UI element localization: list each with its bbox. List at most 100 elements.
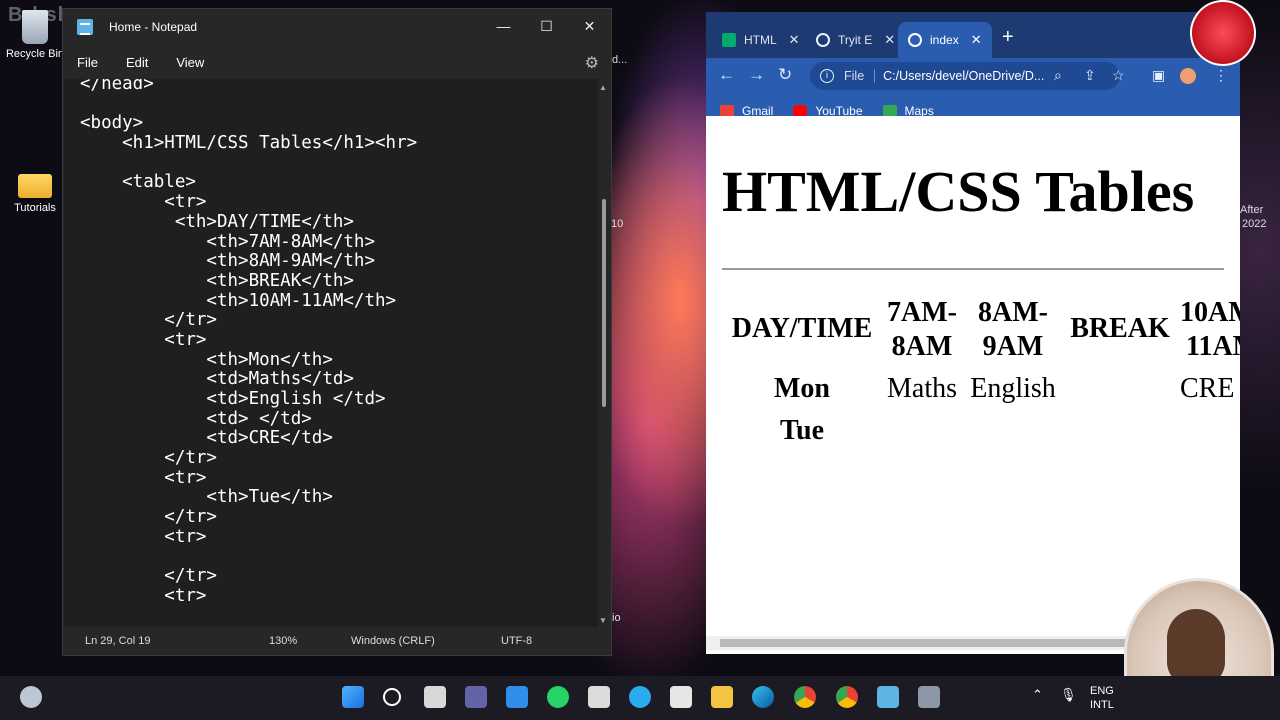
code-line[interactable]: <table> [80, 173, 417, 193]
settings-gear-icon[interactable]: ⚙ [585, 53, 599, 73]
address-bar[interactable]: i File C:/Users/devel/OneDrive/D... [810, 62, 1120, 90]
code-line[interactable]: <th>Mon</th> [80, 350, 417, 371]
app-icon[interactable] [588, 686, 610, 708]
share-icon[interactable]: ⇪ [1084, 67, 1096, 84]
code-line[interactable]: <td>English </td> [80, 389, 417, 410]
chrome-icon[interactable] [794, 686, 816, 708]
taskbar: ⌃ 🎙 ENG INTL [0, 676, 1280, 720]
chrome-profile-icon[interactable] [836, 686, 858, 708]
store-icon[interactable] [506, 686, 528, 708]
code-line[interactable]: </tr> [80, 311, 417, 331]
page-heading: HTML/CSS Tables [722, 159, 1195, 224]
code-line[interactable] [80, 548, 417, 568]
code-text[interactable]: </head> <body> <h1>HTML/CSS Tables</h1><h… [80, 79, 417, 607]
url-text[interactable]: C:/Users/devel/OneDrive/D... [883, 69, 1044, 83]
tab-tryit[interactable]: Tryit E ✕ [816, 22, 895, 58]
cursor-position: Ln 29, Col 19 [85, 635, 151, 647]
code-line[interactable]: <td> </td> [80, 409, 417, 430]
code-line[interactable]: <th>10AM-11AM</th> [80, 291, 417, 312]
desktop-icon-recycle-bin[interactable]: Recycle Bin [0, 10, 70, 60]
encoding: UTF-8 [501, 635, 533, 647]
w3schools-icon [722, 33, 736, 47]
code-line[interactable]: <h1>HTML/CSS Tables</h1><hr> [80, 133, 417, 154]
forward-arrow-icon[interactable]: → [748, 65, 765, 85]
browser-toolbar: ← → ↻ i File C:/Users/devel/OneDrive/D..… [706, 58, 1240, 94]
code-line[interactable]: </tr> [80, 507, 417, 528]
code-line[interactable]: <td>Maths</td> [80, 370, 417, 390]
tab-close-icon[interactable]: ✕ [884, 32, 895, 48]
tab-strip: HTML ✕ Tryit E ✕ index ✕ + [706, 12, 1240, 58]
code-line[interactable] [80, 95, 417, 115]
code-line[interactable]: <tr> [80, 192, 417, 213]
menu-file[interactable]: File [77, 55, 98, 70]
globe-icon [908, 33, 922, 47]
code-line[interactable]: <th>BREAK</th> [80, 271, 417, 292]
table-header-10am: 10AM-11AM [1180, 297, 1240, 362]
code-line[interactable]: </tr> [80, 566, 417, 587]
teams-chat-icon[interactable] [465, 686, 487, 708]
app-icon[interactable] [918, 686, 940, 708]
whatsapp-icon[interactable] [547, 686, 569, 708]
code-line[interactable]: <td>CRE</td> [80, 429, 417, 449]
edge-icon[interactable] [752, 686, 774, 708]
task-view-icon[interactable] [424, 686, 446, 708]
table-header-break: BREAK [1070, 313, 1170, 344]
code-line[interactable]: <tr> [80, 586, 417, 607]
line-ending: Windows (CRLF) [351, 635, 435, 647]
scrollbar-thumb[interactable] [720, 639, 1130, 647]
tab-index[interactable]: index ✕ [898, 22, 992, 58]
zoom-icon[interactable]: ⌕ [1054, 67, 1062, 84]
bookmark-star-icon[interactable]: ☆ [1112, 67, 1125, 84]
close-button[interactable]: ✕ [568, 9, 611, 43]
menu-edit[interactable]: Edit [126, 55, 148, 70]
code-line[interactable]: <body> [80, 114, 417, 134]
code-line[interactable]: <th>7AM-8AM</th> [80, 232, 417, 253]
back-arrow-icon[interactable]: ← [718, 65, 735, 85]
code-line[interactable]: <tr> [80, 468, 417, 489]
scroll-down-arrow-icon[interactable]: ▼ [599, 616, 607, 625]
desktop-icon-tutorials[interactable]: Tutorials [0, 166, 70, 214]
side-panel-icon[interactable]: ▣ [1152, 67, 1165, 84]
minimize-button[interactable]: — [482, 9, 525, 43]
start-windows-icon[interactable] [342, 686, 364, 708]
table-header-7am: 7AM- 8AM [887, 297, 957, 362]
maximize-button[interactable]: ☐ [525, 9, 568, 43]
notepad-window: Home - Notepad — ☐ ✕ File Edit View ⚙ </… [62, 8, 612, 656]
code-line[interactable] [80, 154, 417, 174]
tab-close-icon[interactable]: ✕ [971, 32, 982, 48]
code-line[interactable]: </head> [80, 79, 417, 95]
desktop-partial-text: 10 [611, 218, 624, 230]
code-line[interactable]: <th>Tue</th> [80, 488, 417, 508]
search-icon[interactable] [383, 688, 401, 706]
notepad-app-icon [77, 19, 93, 35]
menu-view[interactable]: View [176, 55, 204, 70]
code-line[interactable]: <th>DAY/TIME</th> [80, 212, 417, 233]
microphone-icon[interactable]: 🎙 [1060, 688, 1077, 702]
tray-overflow-chevron-icon[interactable]: ⌃ [1032, 688, 1043, 702]
scrollbar-thumb[interactable] [602, 199, 606, 407]
code-line[interactable]: <th>8AM-9AM</th> [80, 251, 417, 272]
tab-close-icon[interactable]: ✕ [789, 32, 800, 48]
language-indicator[interactable]: ENG INTL [1090, 684, 1114, 712]
file-explorer-icon[interactable] [711, 686, 733, 708]
scroll-up-arrow-icon[interactable]: ▲ [599, 83, 607, 92]
notepad-taskbar-icon[interactable] [877, 686, 899, 708]
office-icon[interactable] [670, 686, 692, 708]
weather-icon[interactable] [20, 686, 42, 708]
telegram-icon[interactable] [629, 686, 651, 708]
table-row-header-mon: Mon [774, 373, 830, 404]
text-editor[interactable]: </head> <body> <h1>HTML/CSS Tables</h1><h… [64, 79, 600, 627]
code-line[interactable]: </tr> [80, 448, 417, 469]
profile-avatar[interactable] [1180, 68, 1196, 84]
new-tab-button[interactable]: + [1002, 26, 1014, 49]
table-cell: CRE [1180, 373, 1235, 404]
code-line[interactable]: <tr> [80, 527, 417, 548]
tab-label: HTML [744, 33, 777, 47]
site-info-icon[interactable]: i [820, 69, 834, 83]
window-title: Home - Notepad [109, 20, 198, 34]
tab-html[interactable]: HTML ✕ [722, 22, 800, 58]
reload-icon[interactable]: ↻ [778, 65, 792, 85]
code-line[interactable]: <tr> [80, 330, 417, 351]
vertical-scrollbar[interactable]: ▲ ▼ [598, 79, 610, 627]
menu-kebab-icon[interactable]: ⋮ [1214, 67, 1228, 84]
